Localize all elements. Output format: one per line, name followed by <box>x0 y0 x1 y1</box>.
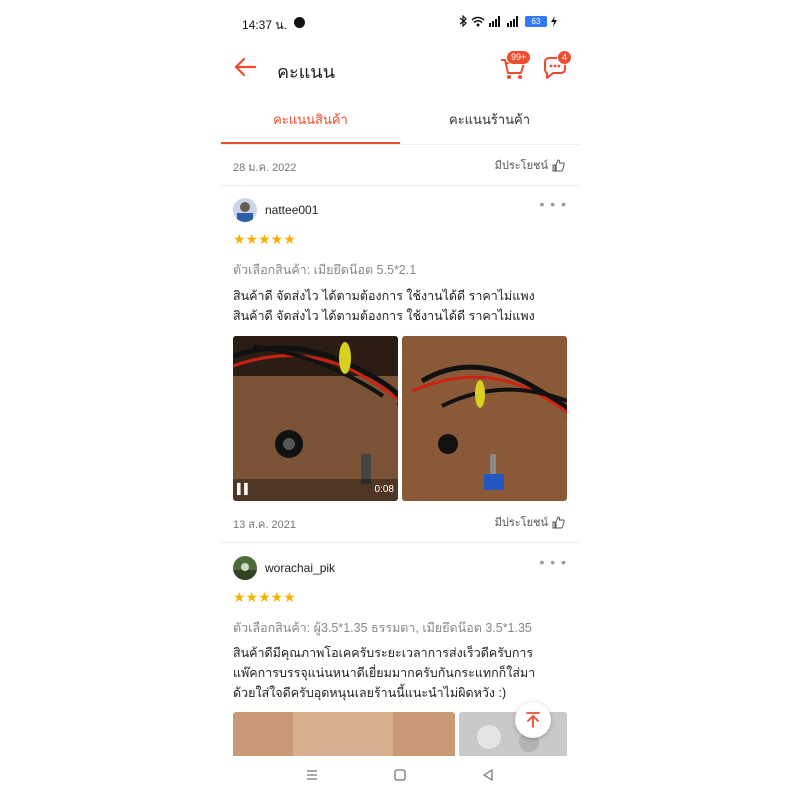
page-title: คะแนน <box>277 62 335 82</box>
more-options-icon[interactable]: • • • <box>540 554 567 570</box>
review-date: 13 ส.ค. 2021 <box>233 519 297 531</box>
review-user: worachai_pik <box>233 556 335 580</box>
review-date: 28 ม.ค. 2022 <box>233 162 297 174</box>
review-text-line: สินค้าดี จัดส่งไว ได้ตามต้องการ ใช้งานได… <box>233 289 535 303</box>
review-text-line: ด้วยใส่ใจดีครับอุดหนุนเลยร้านนี้แนะนำไม่… <box>233 686 507 700</box>
arrow-left-icon <box>234 57 257 77</box>
star-rating: ★★★★★ <box>233 589 296 605</box>
line-notification-icon <box>294 17 305 28</box>
system-nav-bar <box>221 756 579 800</box>
helpful-label: มีประโยชน์ <box>494 517 548 529</box>
cart-button[interactable]: 99+ <box>499 50 532 87</box>
review-date-row: 13 ส.ค. 2021 มีประโยชน์ <box>221 502 579 543</box>
thumbs-up-icon <box>552 158 565 171</box>
charging-icon <box>551 15 557 27</box>
helpful-button[interactable]: มีประโยชน์ <box>495 156 565 174</box>
helpful-button[interactable]: มีประโยชน์ <box>495 513 565 531</box>
star-rating: ★★★★★ <box>233 231 296 247</box>
review-photo[interactable] <box>233 712 455 762</box>
phone-screen: 14:37 น. 63 คะแนน 99+ 4 คะแนนสินค้า คะแน… <box>221 0 579 800</box>
review-date-row: 28 ม.ค. 2022 มีประโยชน์ <box>221 145 579 186</box>
status-bar: 14:37 น. 63 <box>221 0 579 44</box>
signal-icon <box>489 15 500 27</box>
username[interactable]: nattee001 <box>265 203 318 217</box>
cart-badge: 99+ <box>506 50 532 65</box>
tab-product-ratings[interactable]: คะแนนสินค้า <box>221 100 400 144</box>
tab-shop-ratings[interactable]: คะแนนร้านค้า <box>400 100 579 144</box>
signal-icon-2 <box>507 15 518 27</box>
helpful-label: มีประโยชน์ <box>494 160 548 172</box>
review-text-line: สินค้าดี จัดส่งไว ได้ตามต้องการ ใช้งานได… <box>233 309 535 323</box>
back-nav-icon[interactable] <box>481 768 495 782</box>
review-photo[interactable] <box>402 336 567 501</box>
review-video[interactable]: ▌▌ 0:08 <box>233 336 398 501</box>
chat-badge: 4 <box>557 50 573 65</box>
battery-icon: 63 <box>525 15 547 27</box>
status-time: 14:37 น. <box>242 18 287 32</box>
video-bar: ▌▌ 0:08 <box>233 479 398 501</box>
wifi-icon <box>471 16 485 26</box>
bluetooth-icon <box>459 15 467 27</box>
video-duration: 0:08 <box>374 484 394 495</box>
review-text-line: แพ๊คการบรรจุแน่นหนาดีเยี่ยมมากครับกันกระ… <box>233 666 536 680</box>
review-text-line: สินค้าดีมีคุณภาพโอเคครับระยะเวลาการส่งเร… <box>233 646 534 660</box>
back-button[interactable] <box>233 56 257 83</box>
thumbs-up-icon <box>552 515 565 528</box>
menu-icon[interactable] <box>305 768 319 782</box>
avatar[interactable] <box>233 198 257 222</box>
username[interactable]: worachai_pik <box>265 561 335 575</box>
more-options-icon[interactable]: • • • <box>540 196 567 212</box>
app-header: คะแนน 99+ 4 <box>221 44 579 92</box>
scroll-to-top-button[interactable] <box>515 702 551 738</box>
avatar[interactable] <box>233 556 257 580</box>
status-icons: 63 <box>459 15 557 27</box>
review-text: สินค้าดีมีคุณภาพโอเคครับระยะเวลาการส่งเร… <box>233 643 573 703</box>
arrow-up-icon <box>526 712 540 728</box>
home-icon[interactable] <box>393 768 407 782</box>
product-variant: ตัวเลือกสินค้า: เมียยึดน๊อต 5.5*2.1 <box>233 263 417 277</box>
review-user: nattee001 <box>233 198 318 222</box>
video-icon: ▌▌ <box>237 484 252 495</box>
review-text: สินค้าดี จัดส่งไว ได้ตามต้องการ ใช้งานได… <box>233 286 573 326</box>
chat-button[interactable]: 4 <box>541 50 573 87</box>
rating-tabs: คะแนนสินค้า คะแนนร้านค้า <box>221 100 579 145</box>
product-variant: ตัวเลือกสินค้า: ผู้3.5*1.35 ธรรมดา, เมีย… <box>233 621 532 635</box>
